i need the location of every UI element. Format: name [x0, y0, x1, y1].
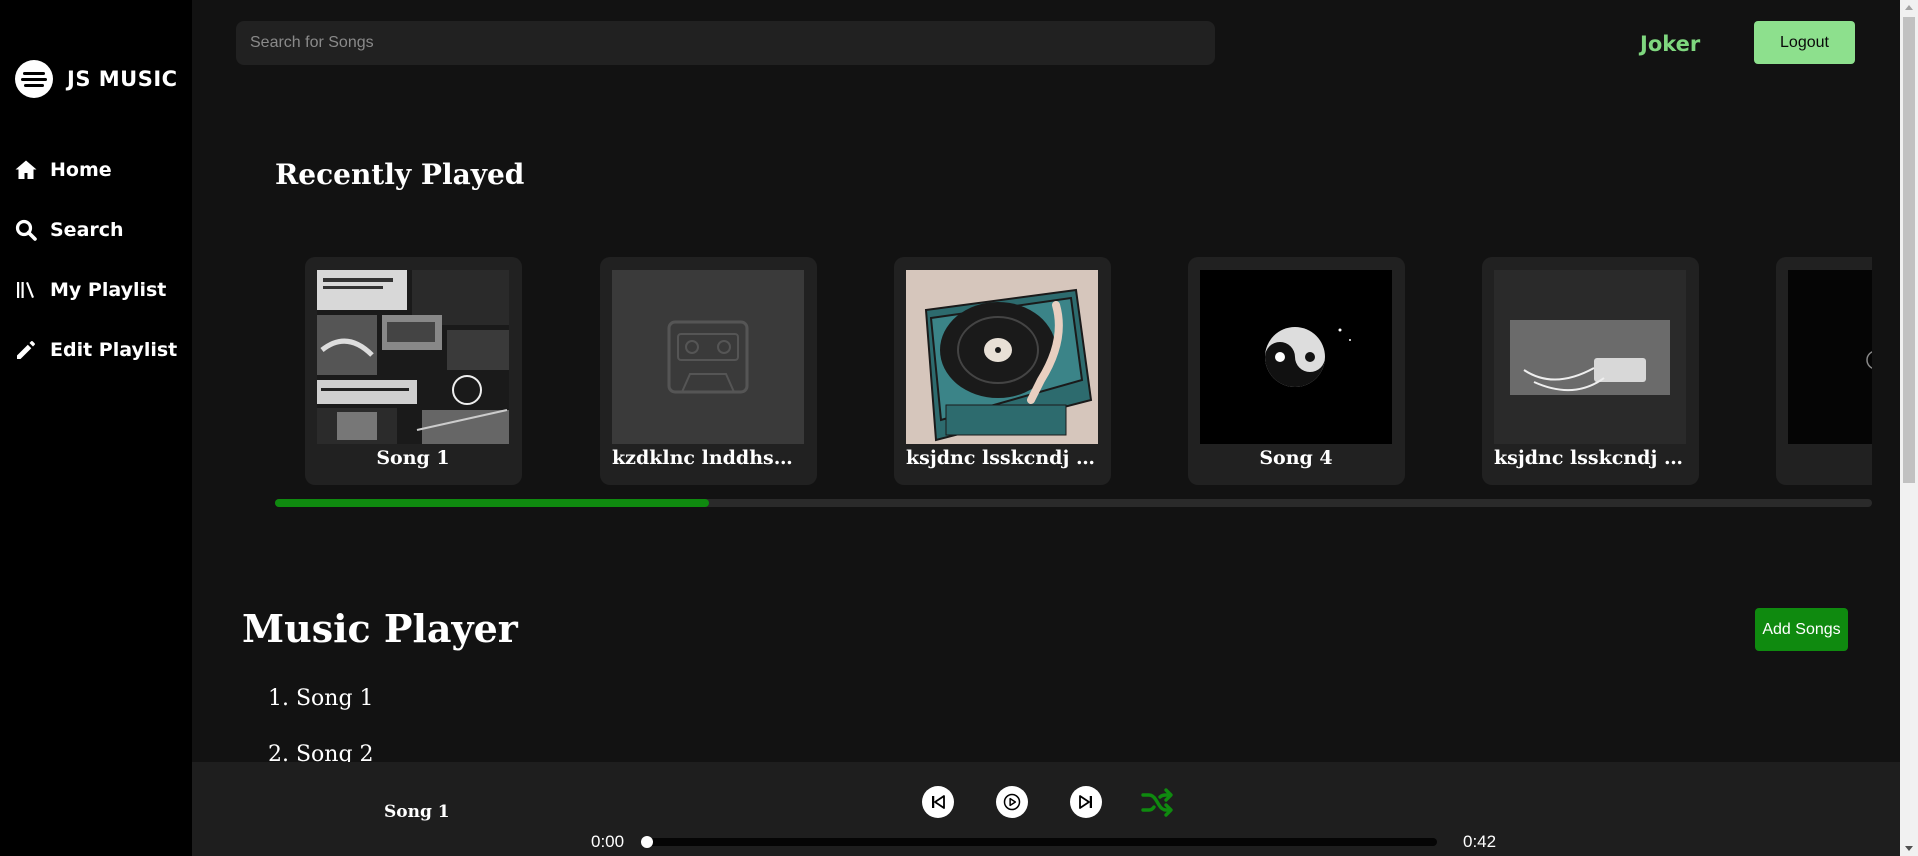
song-card-title: Song 1 — [376, 447, 450, 469]
album-art — [1200, 270, 1392, 444]
sidebar-item-label: Edit Playlist — [50, 339, 178, 361]
progress-bar[interactable] — [641, 836, 1437, 848]
sidebar-item-label: My Playlist — [50, 279, 167, 301]
logout-button[interactable]: Logout — [1754, 21, 1855, 64]
page-scrollbar-thumb[interactable] — [1903, 17, 1915, 483]
carousel-scrollbar-thumb[interactable] — [275, 499, 710, 507]
song-card[interactable] — [1776, 257, 1872, 485]
album-art — [906, 270, 1098, 444]
sidebar-item-home[interactable]: Home — [14, 140, 177, 200]
player-bar: Song 1 0:00 0:42 — [192, 762, 1900, 856]
current-time: 0:00 — [591, 832, 625, 851]
album-art — [1494, 270, 1686, 444]
app-logo[interactable]: JS MUSIC — [15, 60, 178, 98]
scroll-down-arrow[interactable] — [1905, 846, 1913, 851]
main-content: Joker Logout Recently Played — [192, 0, 1900, 856]
duration-time: 0:42 — [1463, 832, 1497, 851]
album-art — [1788, 270, 1872, 444]
previous-button[interactable] — [922, 786, 954, 818]
library-icon — [17, 282, 34, 298]
song-card[interactable]: kzdklnc lnddhsd... — [600, 257, 817, 485]
song-card[interactable]: ksjdnc lsskcndj l... — [894, 257, 1111, 485]
shuffle-icon[interactable] — [1140, 786, 1174, 818]
search-input[interactable] — [236, 21, 1215, 65]
progress-knob[interactable] — [641, 836, 653, 848]
album-art — [612, 270, 804, 444]
skip-previous-icon — [932, 795, 945, 809]
sidebar-item-label: Home — [50, 159, 112, 181]
song-card-title: ksjdnc lsskcndj l... — [1494, 447, 1686, 469]
carousel-scrollbar[interactable] — [275, 499, 1872, 507]
music-player-title: Music Player — [242, 606, 518, 651]
song-card-title: ksjdnc lsskcndj l... — [906, 447, 1098, 469]
song-card-title: Song 4 — [1259, 447, 1333, 469]
user-name: Joker — [1640, 32, 1701, 56]
recently-played-title: Recently Played — [275, 158, 525, 191]
recently-played-carousel[interactable]: Song 1 kzdklnc lnddhsd... ksjdnc lsskcnd… — [275, 257, 1872, 487]
song-card-title: kzdklnc lnddhsd... — [612, 447, 804, 469]
play-icon — [1003, 793, 1021, 811]
song-card[interactable]: Song 4 — [1188, 257, 1405, 485]
sidebar-item-my-playlist[interactable]: My Playlist — [14, 260, 177, 320]
music-logo-icon — [15, 60, 53, 98]
album-art — [317, 270, 509, 444]
app-title: JS MUSIC — [67, 67, 178, 91]
sidebar-item-label: Search — [50, 219, 124, 241]
play-button[interactable] — [996, 786, 1028, 818]
add-songs-button[interactable]: Add Songs — [1755, 608, 1848, 651]
home-icon — [15, 160, 37, 179]
song-card[interactable]: ksjdnc lsskcndj l... — [1482, 257, 1699, 485]
sidebar-nav: Home Search My Playlist Edit Playlist — [14, 140, 177, 380]
song-list-item[interactable]: 1. Song 1 — [268, 686, 374, 742]
pencil-icon — [17, 341, 35, 359]
now-playing-title: Song 1 — [384, 802, 450, 822]
song-card[interactable]: Song 1 — [305, 257, 522, 485]
page-scrollbar[interactable] — [1900, 0, 1918, 856]
search-icon — [15, 219, 37, 241]
sidebar-item-edit-playlist[interactable]: Edit Playlist — [14, 320, 177, 380]
skip-next-icon — [1079, 795, 1092, 809]
sidebar-item-search[interactable]: Search — [14, 200, 177, 260]
scroll-up-arrow[interactable] — [1905, 5, 1913, 10]
next-button[interactable] — [1070, 786, 1102, 818]
sidebar: JS MUSIC Home Search My Playlist Edit Pl… — [0, 0, 192, 856]
